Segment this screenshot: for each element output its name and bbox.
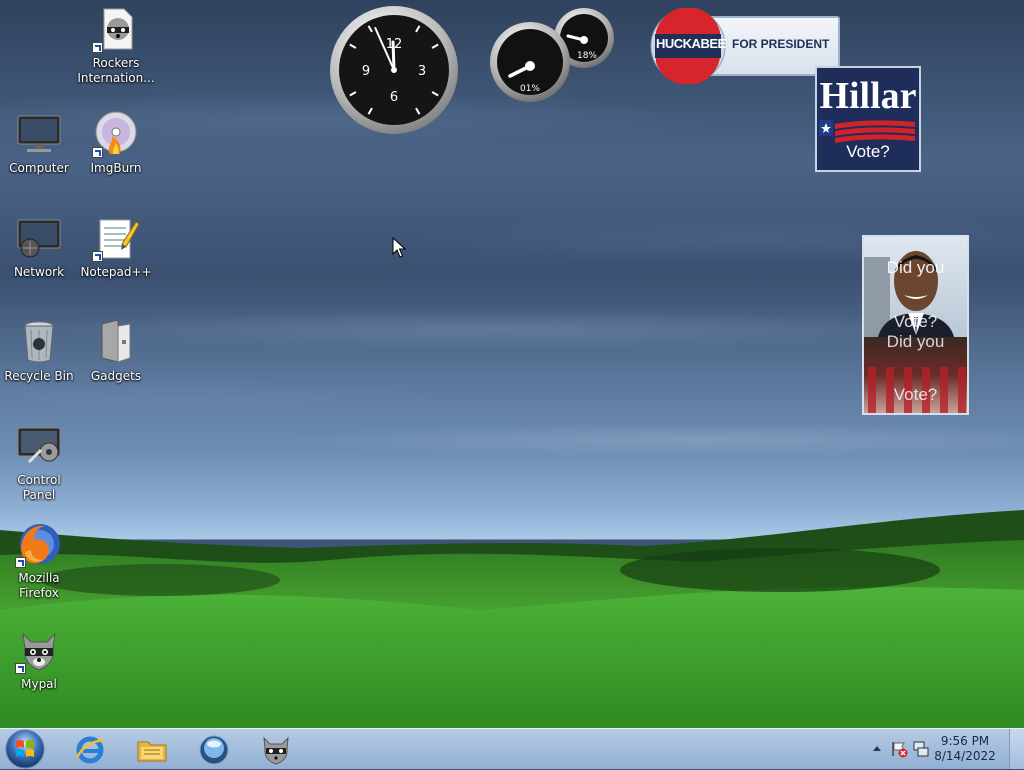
icon-label: Mozilla Firefox [18, 571, 60, 600]
desktop-icon-mypal[interactable]: Mypal [0, 626, 78, 692]
clock-number-9: 9 [362, 64, 370, 79]
hillary-gadget[interactable]: Hillar Vote? [815, 66, 921, 172]
memory-percent: 18% [577, 51, 597, 61]
desktop-icon-network[interactable]: Network [0, 214, 78, 280]
windows-media-icon [199, 735, 229, 765]
icon-label: ImgBurn [90, 161, 142, 175]
network-tray-icon[interactable] [912, 740, 930, 758]
desktop-icon-control-panel[interactable]: Control Panel [0, 422, 78, 503]
icon-label: Gadgets [90, 369, 142, 383]
file-explorer-icon [137, 741, 167, 762]
clock-number-6: 6 [390, 90, 398, 105]
obama-gadget[interactable]: Did you Vote? Did you Vote? [862, 235, 969, 415]
flag-stripes-icon [819, 120, 915, 143]
icon-label: Notepad++ [80, 265, 152, 279]
network-icon [17, 219, 61, 258]
internet-explorer-icon [75, 736, 105, 764]
taskbar-file-explorer[interactable] [124, 731, 180, 767]
system-tray: 9:56 PM 8/14/2022 [864, 729, 1024, 769]
icon-label: Network [13, 265, 65, 279]
wallpaper-hills [0, 510, 1024, 728]
obama-line-4: Vote? [893, 385, 938, 404]
tray-time: 9:56 PM [940, 734, 990, 748]
monitor-icon [17, 115, 61, 152]
tray-clock[interactable]: 9:56 PM 8/14/2022 [930, 734, 1000, 764]
huckabee-gadget[interactable]: HUCKABEE FOR PRESIDENT [650, 8, 840, 84]
gadgets-icon [101, 319, 131, 363]
huckabee-name: HUCKABEE [656, 36, 726, 51]
desktop-icon-imgburn[interactable]: ImgBurn [77, 110, 155, 176]
obama-line-1: Did you [886, 258, 945, 277]
icon-label: Computer [9, 161, 69, 175]
clock-gadget[interactable]: 12 3 6 9 [328, 4, 460, 136]
obama-line-2: Vote? [893, 312, 938, 331]
icon-label: Mypal [21, 677, 57, 691]
taskbar: 9:56 PM 8/14/2022 [0, 728, 1024, 769]
start-orb-icon[interactable] [2, 728, 48, 770]
obama-line-3: Did you [886, 332, 945, 351]
desktop-icon-rockers[interactable]: Rockers Internation... [77, 5, 155, 86]
desktop-icon-notepadpp[interactable]: Notepad++ [77, 214, 155, 280]
clock-number-3: 3 [418, 64, 426, 79]
action-center-flag-icon[interactable] [890, 740, 908, 758]
desktop[interactable]: Rockers Internation... Computer ImgBurn [0, 0, 1024, 728]
desktop-icon-firefox[interactable]: Mozilla Firefox [0, 520, 78, 601]
hillary-title: Hillar [819, 75, 917, 117]
cpu-percent: 01% [520, 84, 540, 94]
taskbar-internet-explorer[interactable] [62, 731, 118, 767]
icon-label: Control Panel [17, 473, 61, 502]
desktop-icon-recycle-bin[interactable]: Recycle Bin [0, 318, 78, 384]
cpu-meter-gadget[interactable]: 18% 01% [488, 6, 618, 102]
mypal-raccoon-icon [263, 736, 289, 765]
icon-label: Rockers Internation... [77, 56, 155, 85]
show-hidden-icons-arrow[interactable] [872, 744, 882, 752]
desktop-icon-gadgets[interactable]: Gadgets [77, 318, 155, 384]
mouse-cursor-icon [392, 237, 406, 258]
taskbar-mypal[interactable] [248, 731, 304, 767]
huckabee-tagline: FOR PRESIDENT [732, 37, 830, 51]
taskbar-windows-media[interactable] [186, 731, 242, 767]
tray-date: 8/14/2022 [934, 749, 996, 763]
show-desktop-button[interactable] [1009, 729, 1024, 769]
icon-label: Recycle Bin [4, 369, 74, 383]
recycle-bin-icon [24, 321, 54, 363]
hillary-subtitle: Vote? [846, 142, 890, 161]
control-panel-icon [17, 427, 61, 464]
desktop-icon-computer[interactable]: Computer [0, 110, 78, 176]
